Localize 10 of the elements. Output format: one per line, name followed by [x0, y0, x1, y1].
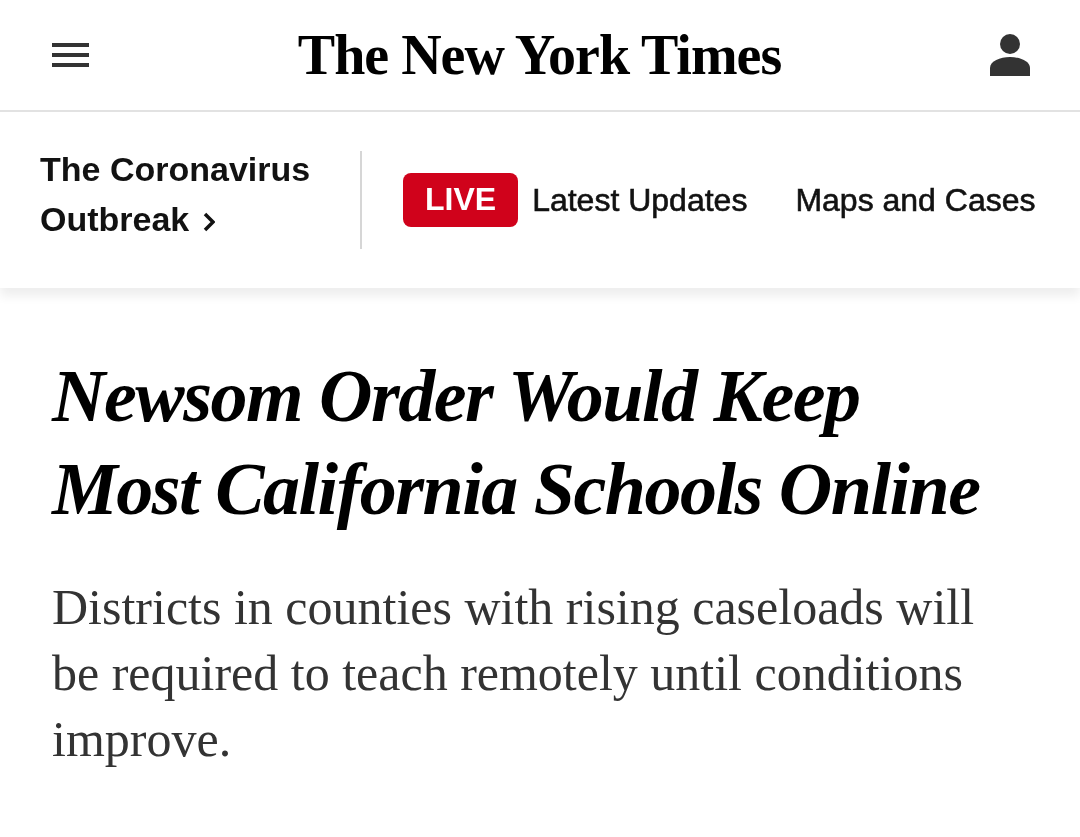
menu-icon[interactable] — [52, 43, 89, 67]
article-headline: Newsom Order Would Keep Most California Schools Online — [52, 354, 981, 532]
section-link[interactable]: The Coronavirus Outbreak — [40, 144, 330, 244]
nav-link[interactable]: Maps and Cases — [795, 180, 1036, 220]
live-badge: LIVE — [403, 173, 519, 227]
article-summary: Districts in counties with rising caseloads will be required to teach remotely until conditions improve. — [52, 578, 976, 769]
site-logo[interactable]: The New York Times — [297, 27, 782, 83]
nav-link[interactable]: Latest Updates — [532, 180, 748, 220]
account-icon[interactable] — [990, 34, 1030, 76]
chevron-right-icon — [202, 212, 215, 232]
